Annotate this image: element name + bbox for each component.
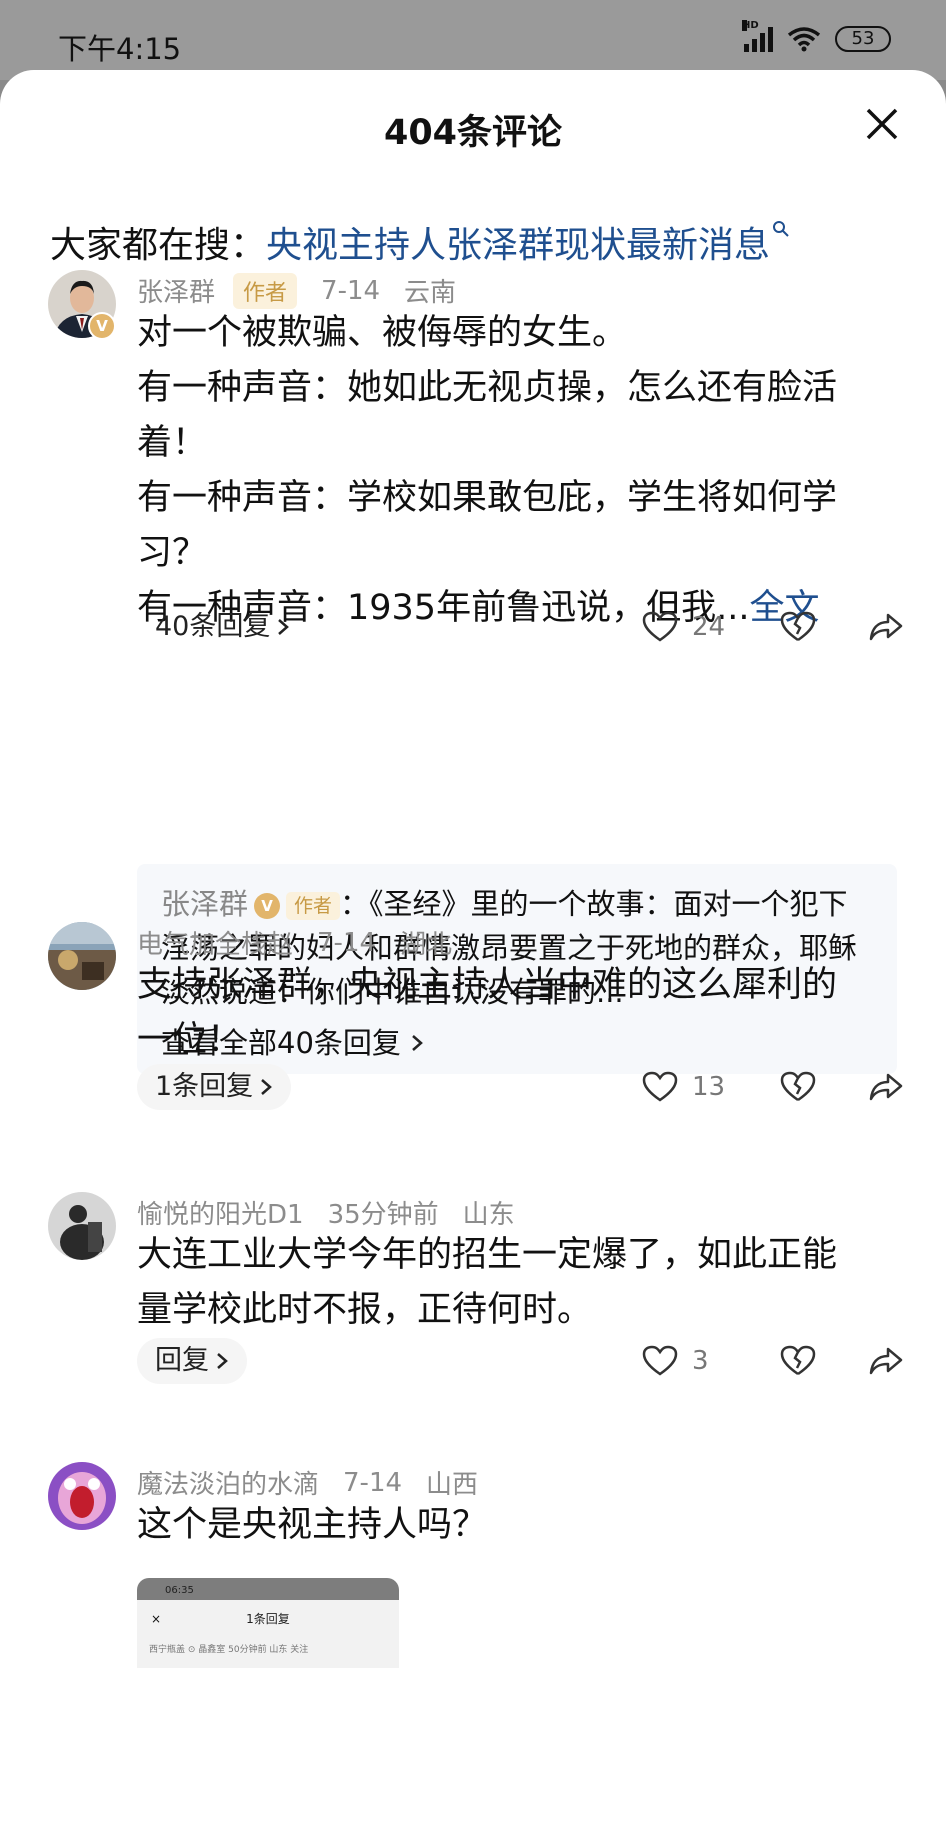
- comment-line: 有一种声音：她如此无视贞操，怎么还有脸活: [137, 368, 838, 408]
- comment-line: 一位！: [137, 1020, 243, 1060]
- attached-screenshot-image[interactable]: 06:35 1条回复 × 西宁瓶盖 ⊙ 晶鑫室 50分钟前 山东 关注: [137, 1578, 399, 1668]
- replies-count-label: 40条回复: [155, 611, 271, 642]
- comment-line: 这个是央视主持人吗？: [137, 1505, 488, 1545]
- comment-line: 支持张泽群，央视主持人当中难的这么犀利的: [137, 965, 838, 1005]
- trending-search-prefix: 大家都在搜：: [50, 225, 267, 266]
- author-badge: 作者: [286, 892, 341, 920]
- thumb-title: 1条回复: [246, 1612, 290, 1626]
- battery-indicator: 53: [835, 26, 891, 52]
- comment-sheet: 404条评论 大家都在搜：央视主持人张泽群现状最新消息 V 张泽群 作者 7-1…: [0, 70, 946, 1844]
- heart-icon: [642, 1345, 678, 1376]
- like-button[interactable]: 24: [642, 611, 738, 643]
- trending-search[interactable]: 大家都在搜：央视主持人张泽群现状最新消息: [50, 216, 790, 268]
- like-button[interactable]: 13: [642, 1071, 738, 1103]
- share-icon[interactable]: [866, 1071, 906, 1103]
- comment-line: 对一个被欺骗、被侮辱的女生。: [137, 313, 628, 353]
- comment-location: 山西: [426, 1470, 479, 1500]
- network-type: HD: [742, 20, 759, 31]
- replies-button[interactable]: 回复: [137, 1338, 247, 1384]
- sheet-header: 404条评论: [0, 70, 946, 184]
- comment-line: 着！: [137, 423, 208, 463]
- thumb-close-icon: ×: [151, 1612, 162, 1626]
- heart-icon: [642, 1071, 678, 1102]
- comment-actions: 3: [642, 1338, 906, 1384]
- comment-username[interactable]: 电气加全栈赵: [137, 924, 293, 961]
- share-icon[interactable]: [866, 611, 906, 643]
- comment-username[interactable]: 魔法淡泊的水滴: [137, 1464, 319, 1501]
- trending-search-link[interactable]: 央视主持人张泽群现状最新消息: [266, 225, 770, 266]
- comment-line: 有一种声音：学校如果敢包庇，学生将如何学: [137, 478, 838, 518]
- status-icons: HD 53: [742, 20, 891, 52]
- comment-date: 7-14: [321, 275, 381, 306]
- comment-line: 大连工业大学今年的招生一定爆了，如此正能: [137, 1235, 838, 1275]
- avatar-image: [48, 1462, 116, 1530]
- comment-location: 山东: [462, 1200, 515, 1230]
- replies-button[interactable]: 1条回复: [137, 1064, 292, 1110]
- chevron-right-icon: [217, 1353, 228, 1369]
- comment-body: 对一个被欺骗、被侮辱的女生。 有一种声音：她如此无视贞操，怎么还有脸活 着！ 有…: [137, 306, 907, 636]
- comment-date: 35分钟前: [327, 1200, 439, 1230]
- comment-line: 量学校此时不报，正待何时。: [137, 1290, 593, 1330]
- comment-body: 这个是央视主持人吗？: [137, 1498, 907, 1553]
- comment-meta: 愉悦的阳光D1 35分钟前 山东: [137, 1194, 515, 1231]
- comment-location: 云南: [404, 278, 457, 308]
- like-button[interactable]: 3: [642, 1345, 738, 1377]
- chevron-right-icon: [261, 1079, 273, 1095]
- chevron-right-icon: [278, 619, 290, 635]
- like-count: 13: [692, 1072, 726, 1102]
- close-icon[interactable]: [864, 106, 900, 142]
- signal-icon: HD: [742, 20, 773, 52]
- replies-count-label: 回复: [155, 1345, 209, 1376]
- comment-meta: 电气加全栈赵 7-14 湖北: [137, 924, 452, 961]
- comment-body: 大连工业大学今年的招生一定爆了，如此正能 量学校此时不报，正待何时。: [137, 1228, 907, 1338]
- like-count: 3: [692, 1346, 709, 1376]
- avatar[interactable]: [48, 922, 116, 990]
- status-time: 下午4:15: [58, 32, 182, 66]
- heart-icon: [642, 611, 678, 642]
- comment-meta: 张泽群 作者 7-14 云南: [137, 272, 456, 309]
- replies-count-label: 1条回复: [155, 1071, 254, 1102]
- broken-heart-icon[interactable]: [778, 1345, 818, 1377]
- avatar[interactable]: [48, 1192, 116, 1260]
- replies-button[interactable]: 40条回复: [137, 604, 308, 650]
- wifi-icon: [787, 27, 821, 52]
- comment-date: 7-14: [317, 927, 377, 958]
- share-icon[interactable]: [866, 1345, 906, 1377]
- author-badge: 作者: [233, 272, 298, 309]
- verified-badge-icon: V: [254, 893, 281, 919]
- comment-location: 湖北: [400, 930, 453, 960]
- pinned-reply-username[interactable]: 张泽群: [161, 887, 248, 921]
- thumb-time: 06:35: [165, 1585, 194, 1596]
- comment-body: 支持张泽群，央视主持人当中难的这么犀利的 一位！: [137, 958, 907, 1068]
- avatar[interactable]: [48, 1462, 116, 1530]
- thumb-status-bar: 06:35: [137, 1578, 399, 1600]
- comment-actions: 24: [642, 604, 906, 650]
- comment-username[interactable]: 张泽群: [137, 272, 215, 309]
- comment-date: 7-14: [343, 1467, 403, 1498]
- avatar-image: [48, 1192, 116, 1260]
- comment-line: 习？: [137, 533, 208, 573]
- search-icon: [773, 221, 789, 237]
- broken-heart-icon[interactable]: [778, 611, 818, 643]
- like-count: 24: [692, 612, 726, 642]
- avatar-image: [48, 922, 116, 990]
- broken-heart-icon[interactable]: [778, 1071, 818, 1103]
- status-bar: 下午4:15 HD 53: [0, 0, 946, 80]
- verified-badge-icon: V: [88, 312, 116, 340]
- comment-username[interactable]: 愉悦的阳光D1: [137, 1194, 304, 1231]
- thumb-meta: 西宁瓶盖 ⊙ 晶鑫室 50分钟前 山东 关注: [149, 1645, 309, 1655]
- comment-actions: 13: [642, 1064, 906, 1110]
- comment-meta: 魔法淡泊的水滴 7-14 山西: [137, 1464, 478, 1501]
- sheet-title: 404条评论: [383, 113, 563, 153]
